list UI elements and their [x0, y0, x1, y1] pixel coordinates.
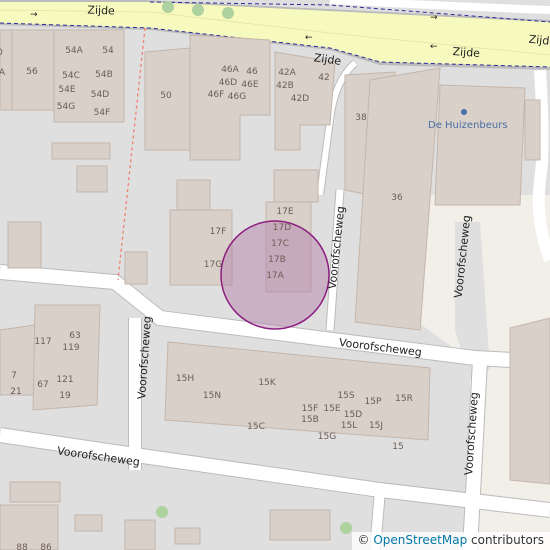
house-number: A: [0, 68, 6, 78]
house-number: 42D: [291, 94, 309, 104]
house-number: 17D: [273, 223, 291, 233]
house-number: 15L: [341, 421, 357, 431]
map-canvas[interactable]: → → ← ← De Huizenbeurs A 56 54A 54 54C 5…: [0, 0, 550, 550]
house-number: 54E: [58, 85, 75, 95]
house-number: 15R: [395, 394, 413, 404]
house-number: 17A: [266, 271, 284, 281]
tree-icon: [192, 4, 204, 16]
house-number: 42A: [278, 68, 296, 78]
map-attribution: © OpenStreetMap contributors: [351, 532, 550, 550]
house-number: 7: [11, 371, 17, 381]
street-label: Zijde: [452, 45, 480, 60]
house-number: 17E: [276, 207, 293, 217]
house-number: 54G: [57, 102, 75, 112]
direction-arrow: ←: [430, 42, 438, 52]
house-number: 17G: [204, 260, 222, 270]
tree-icon: [340, 522, 352, 534]
house-number: 15F: [302, 404, 319, 414]
house-number: 17B: [268, 255, 286, 265]
house-number: 67: [37, 380, 48, 390]
house-number: 117: [34, 337, 51, 347]
house-number: 15B: [301, 415, 319, 425]
street-label: Zijde: [87, 4, 115, 18]
direction-arrow: →: [30, 10, 38, 20]
house-number: 54C: [62, 71, 80, 81]
house-number: 46F: [208, 90, 225, 100]
house-number: 15E: [323, 404, 340, 414]
tree-icon: [222, 7, 234, 19]
house-number: 50: [160, 91, 172, 101]
tree-icon: [162, 1, 174, 13]
house-number: 15D: [344, 410, 362, 420]
house-number: 46: [246, 67, 258, 77]
house-number: 56: [26, 67, 38, 77]
direction-arrow: →: [430, 13, 438, 23]
tree-icon: [156, 506, 168, 518]
house-number: 42: [318, 73, 329, 83]
openstreetmap-link[interactable]: OpenStreetMap: [373, 533, 467, 547]
house-number: 46A: [221, 65, 239, 75]
house-number: 86: [40, 543, 52, 550]
house-number: 15G: [318, 432, 336, 442]
house-number: 119: [62, 343, 79, 353]
house-number: 21: [10, 387, 21, 397]
house-number: 15N: [203, 391, 221, 401]
house-number: 54D: [91, 90, 109, 100]
attribution-suffix: contributors: [471, 533, 544, 547]
house-number: 15J: [369, 421, 383, 431]
house-number: 38: [355, 113, 367, 123]
house-number: 54F: [94, 108, 111, 118]
house-number: 19: [59, 391, 71, 401]
street-label: Voorofscheweg: [326, 206, 348, 290]
house-number: 17F: [210, 227, 227, 237]
poi-label[interactable]: De Huizenbeurs: [428, 120, 508, 131]
house-number: 0: [0, 48, 3, 58]
house-number: 15C: [247, 422, 265, 432]
house-number: 15: [392, 442, 403, 452]
house-number: 88: [16, 543, 28, 550]
house-number: 46D: [219, 78, 237, 88]
house-number: 54B: [95, 70, 113, 80]
house-number: 46G: [228, 92, 246, 102]
house-number: 46E: [241, 80, 258, 90]
house-number: 15K: [258, 378, 276, 388]
house-number: 17C: [271, 239, 289, 249]
house-number: 63: [69, 331, 80, 341]
house-number: 15P: [365, 397, 382, 407]
house-number: 15H: [176, 374, 194, 384]
house-number: 15S: [337, 391, 354, 401]
direction-arrow: ←: [305, 33, 313, 43]
house-number: 54A: [65, 46, 83, 56]
house-number: 42B: [276, 81, 294, 91]
map-view[interactable]: → → ← ← De Huizenbeurs A 56 54A 54 54C 5…: [0, 0, 550, 550]
house-number: 121: [56, 375, 73, 385]
shop-icon[interactable]: [461, 109, 467, 115]
copyright-symbol: ©: [357, 533, 370, 547]
house-number: 54: [102, 46, 114, 56]
house-number: 36: [391, 193, 403, 203]
